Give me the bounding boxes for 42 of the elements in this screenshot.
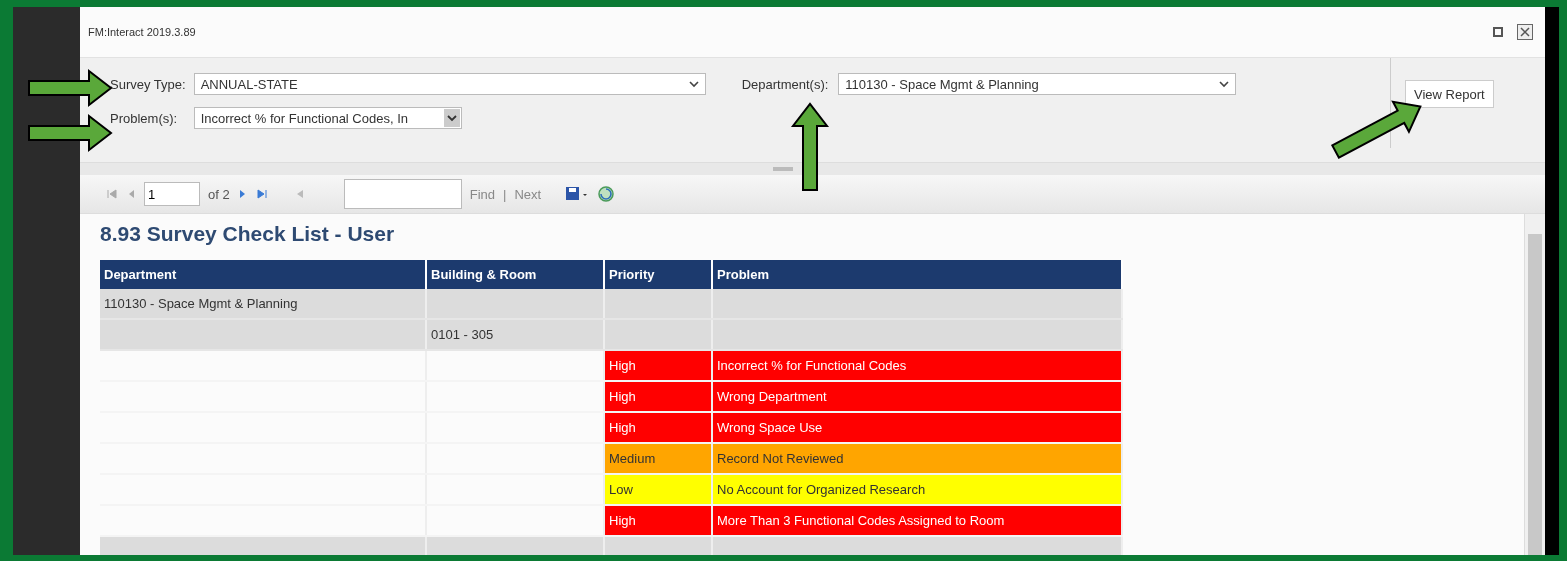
- table-cell: No Account for Organized Research: [712, 474, 1122, 505]
- priority-cell: High: [604, 505, 712, 536]
- dropdown-icon[interactable]: [688, 80, 699, 88]
- table-cell: 110130 - Space Mgmt & Planning: [100, 289, 426, 319]
- table-cell: Wrong Department: [712, 381, 1122, 412]
- survey-type-dropdown[interactable]: ANNUAL-STATE: [193, 73, 706, 95]
- priority-cell: High: [604, 381, 712, 412]
- table-cell: Wrong Space Use: [712, 412, 1122, 443]
- column-header: Problem: [712, 260, 1122, 289]
- column-header: Building & Room: [426, 260, 604, 289]
- separator-text: |: [503, 186, 507, 202]
- problems-dropdown[interactable]: Incorrect % for Functional Codes, In: [193, 107, 462, 129]
- first-page-icon[interactable]: [106, 188, 118, 200]
- field-label: Department(s):: [741, 76, 829, 92]
- priority-cell: High: [604, 412, 712, 443]
- field-label: Problem(s):: [110, 110, 179, 126]
- maximize-icon[interactable]: [1493, 27, 1503, 37]
- scrollbar[interactable]: [1524, 214, 1545, 555]
- last-page-icon[interactable]: [255, 188, 268, 200]
- find-field[interactable]: [343, 179, 462, 209]
- window-title: FM:Interact 2019.3.89: [88, 26, 197, 38]
- priority-cell: Medium: [604, 443, 712, 474]
- page-count: of 2: [208, 186, 230, 202]
- report-title: 8.93 Survey Check List - User: [100, 222, 396, 246]
- table-cell: Incorrect % for Functional Codes: [712, 350, 1122, 381]
- priority-cell: Low: [604, 474, 712, 505]
- priority-cell: High: [604, 350, 712, 381]
- dropdown-icon[interactable]: [1219, 80, 1230, 88]
- splitter-handle[interactable]: [772, 167, 793, 171]
- column-header: Department: [100, 260, 426, 289]
- view-report-button[interactable]: View Report: [1405, 80, 1494, 108]
- page-number-field[interactable]: 1: [144, 182, 200, 206]
- table-cell: More Than 3 Functional Codes Assigned to Room: [712, 505, 1122, 536]
- close-icon[interactable]: [1517, 24, 1533, 40]
- field-label: Survey Type:: [110, 76, 186, 92]
- column-header: Priority: [604, 260, 712, 289]
- table-cell: Record Not Reviewed: [712, 443, 1122, 474]
- dropdown-icon[interactable]: [443, 109, 460, 127]
- save-icon[interactable]: [565, 186, 590, 202]
- refresh-icon[interactable]: [597, 185, 616, 203]
- table-cell: 0101 - 305: [426, 319, 604, 350]
- department-dropdown[interactable]: 110130 - Space Mgmt & Planning: [838, 73, 1237, 95]
